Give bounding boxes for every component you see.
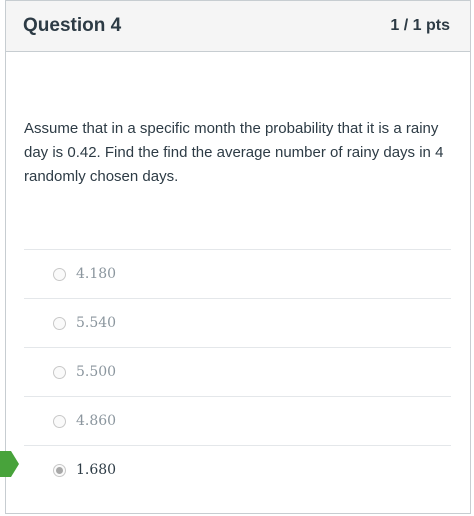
correct-answer-flag-icon [0, 451, 19, 477]
question-points: 1 / 1 pts [390, 17, 450, 34]
question-header: Question 4 1 / 1 pts [6, 1, 470, 52]
question-title: Question 4 [23, 15, 122, 36]
answer-label: 5.540 [76, 315, 117, 331]
answer-option-5[interactable]: 1.680 [24, 445, 451, 494]
answer-label: 4.180 [76, 266, 117, 282]
radio-button[interactable] [53, 267, 66, 281]
radio-button[interactable] [53, 365, 66, 379]
answer-label: 4.860 [76, 413, 117, 429]
answer-label: 1.680 [76, 462, 117, 478]
radio-button[interactable] [53, 414, 66, 428]
question-text: Assume that in a specific month the prob… [24, 120, 444, 185]
answer-option-3[interactable]: 5.500 [24, 347, 451, 396]
answer-option-4[interactable]: 4.860 [24, 396, 451, 445]
radio-button-selected[interactable] [53, 463, 66, 477]
answer-option-2[interactable]: 5.540 [24, 298, 451, 347]
answer-label: 5.500 [76, 364, 117, 380]
question-card: Question 4 1 / 1 pts Assume that in a sp… [5, 0, 471, 514]
answer-option-1[interactable]: 4.180 [24, 249, 451, 298]
answer-list: 4.180 5.540 5.500 4.860 1.680 [24, 249, 451, 494]
radio-button[interactable] [53, 316, 66, 330]
